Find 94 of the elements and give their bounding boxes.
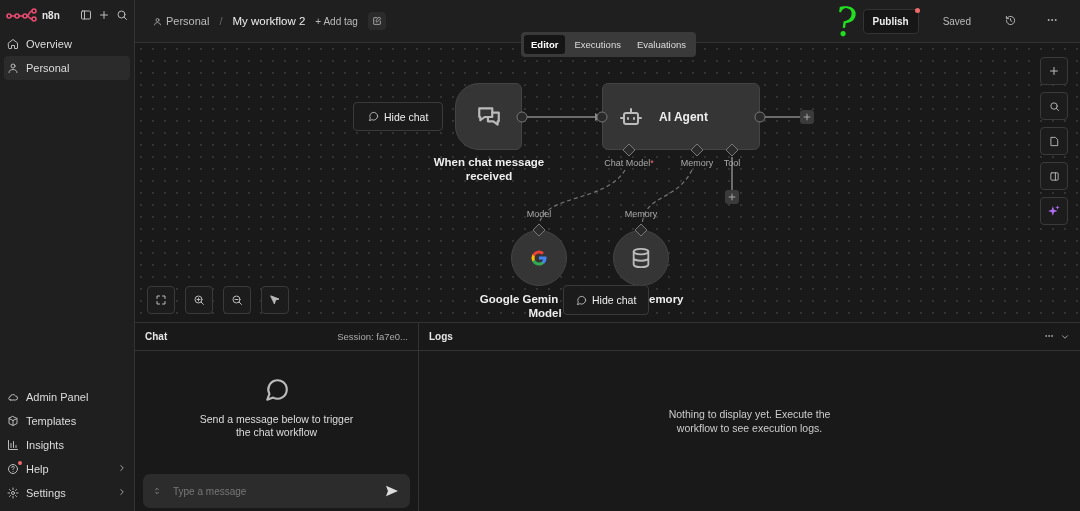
tab[interactable]: Executions [567, 35, 628, 54]
edit-button[interactable] [367, 12, 386, 30]
port-handle[interactable] [725, 143, 739, 157]
note-icon [1048, 135, 1060, 147]
search-icon [1048, 100, 1060, 112]
panel-icon [1048, 170, 1060, 182]
database-icon [630, 247, 652, 269]
connection-handle[interactable] [516, 111, 528, 123]
save-status: Saved [941, 15, 972, 27]
sidebar-item[interactable]: Overview [4, 32, 130, 56]
cloud-icon [7, 391, 19, 403]
edit-icon [371, 16, 382, 26]
zoom-in-icon [193, 294, 205, 306]
sidebar-item[interactable]: Settings [4, 481, 130, 505]
history-icon [1005, 14, 1016, 26]
box-icon [7, 415, 19, 427]
sidebar-toggle-icon [80, 9, 92, 21]
cursor-icon [269, 294, 281, 306]
publish-button[interactable]: Publish [862, 8, 919, 34]
message-input[interactable]: Type a message [171, 484, 374, 498]
search-icon [116, 9, 128, 21]
plus-icon [802, 112, 812, 122]
port-label: Tool [723, 158, 741, 168]
session-id: Session: fa7e0... [337, 331, 408, 342]
empty-state-text: Nothing to display yet. Execute the workflow to see execution logs. [667, 407, 832, 435]
plus-icon [98, 9, 110, 21]
workflow-name[interactable]: My workflow 2 [232, 15, 306, 27]
settings-icon [7, 487, 19, 499]
help-icon [7, 463, 19, 475]
breadcrumb-link[interactable]: Personal [153, 15, 210, 27]
annotation-mark: ? [832, 0, 860, 44]
model-node[interactable] [511, 230, 567, 286]
breadcrumb-separator: / [219, 15, 223, 27]
send-icon[interactable] [384, 483, 400, 499]
sidebar-item[interactable]: Templates [4, 409, 130, 433]
tab[interactable]: Evaluations [629, 35, 694, 54]
sparkle-icon [1047, 204, 1061, 218]
sticky-note-button[interactable] [1040, 127, 1068, 155]
panel-title: Chat [145, 331, 168, 342]
zoom-in-button[interactable] [185, 286, 213, 314]
home-icon [7, 38, 19, 50]
chat-bubble-icon [368, 111, 379, 122]
add-tool-button[interactable] [725, 190, 739, 204]
plus-icon [1048, 65, 1060, 77]
panel-title: Logs [429, 331, 453, 342]
hide-chat-button[interactable]: Hide chat [563, 285, 650, 315]
connection-line [764, 116, 801, 118]
connection-handle[interactable] [596, 111, 608, 123]
panel-toggle-button[interactable] [1040, 162, 1068, 190]
add-tag-link[interactable]: + Add tag [315, 15, 358, 27]
fullscreen-icon [155, 294, 167, 306]
sidebar-item[interactable]: Help [4, 457, 130, 481]
node-label: When chat message received [432, 155, 546, 183]
ai-agent-node[interactable]: AI Agent [602, 83, 760, 150]
logo-icon [6, 8, 38, 22]
empty-state-text: Send a message below to trigger the chat workflow [198, 412, 355, 439]
chevron-right-icon [117, 487, 127, 497]
zoom-out-button[interactable] [223, 286, 251, 314]
chevron-right-icon [117, 463, 127, 473]
sidebar-item[interactable]: Admin Panel [4, 385, 130, 409]
port-handle[interactable] [634, 223, 648, 237]
chat-bubble-icon [576, 294, 587, 306]
search-button[interactable] [1040, 92, 1068, 120]
port-handle[interactable] [690, 143, 704, 157]
port-label: Memory [680, 158, 714, 168]
tidy-button[interactable] [261, 286, 289, 314]
sidebar-item[interactable]: Insights [4, 433, 130, 457]
port-label: Model [526, 209, 552, 219]
sidebar-item[interactable]: Personal [4, 56, 130, 80]
chart-icon [7, 439, 19, 451]
ai-assistant-button[interactable] [1040, 197, 1068, 225]
port-handle[interactable] [622, 143, 636, 157]
connection-line [731, 156, 733, 191]
hide-chat-button[interactable]: Hide chat [353, 102, 444, 131]
port-label: Memory [624, 209, 658, 219]
memory-node[interactable] [613, 230, 669, 286]
fit-view-button[interactable] [147, 286, 175, 314]
logo-text: n8n [42, 9, 60, 21]
add-node-button[interactable] [1040, 57, 1068, 85]
connection-handle[interactable] [754, 111, 766, 123]
node-label: Google Gemin Model [478, 292, 563, 320]
chat-input-field[interactable]: Type a message [143, 474, 410, 508]
chat-bubble-icon [263, 376, 290, 403]
tab[interactable]: Editor [524, 35, 566, 54]
user-icon [153, 16, 162, 26]
plus-icon [727, 192, 737, 202]
node-label: emory [649, 292, 684, 306]
zoom-out-icon [231, 294, 243, 306]
chat-trigger-node[interactable] [455, 83, 522, 150]
port-label: Chat Model* [604, 158, 654, 168]
add-node-button[interactable] [800, 110, 814, 124]
port-handle[interactable] [532, 223, 546, 237]
google-g-icon [529, 248, 549, 268]
user-icon [7, 62, 19, 74]
